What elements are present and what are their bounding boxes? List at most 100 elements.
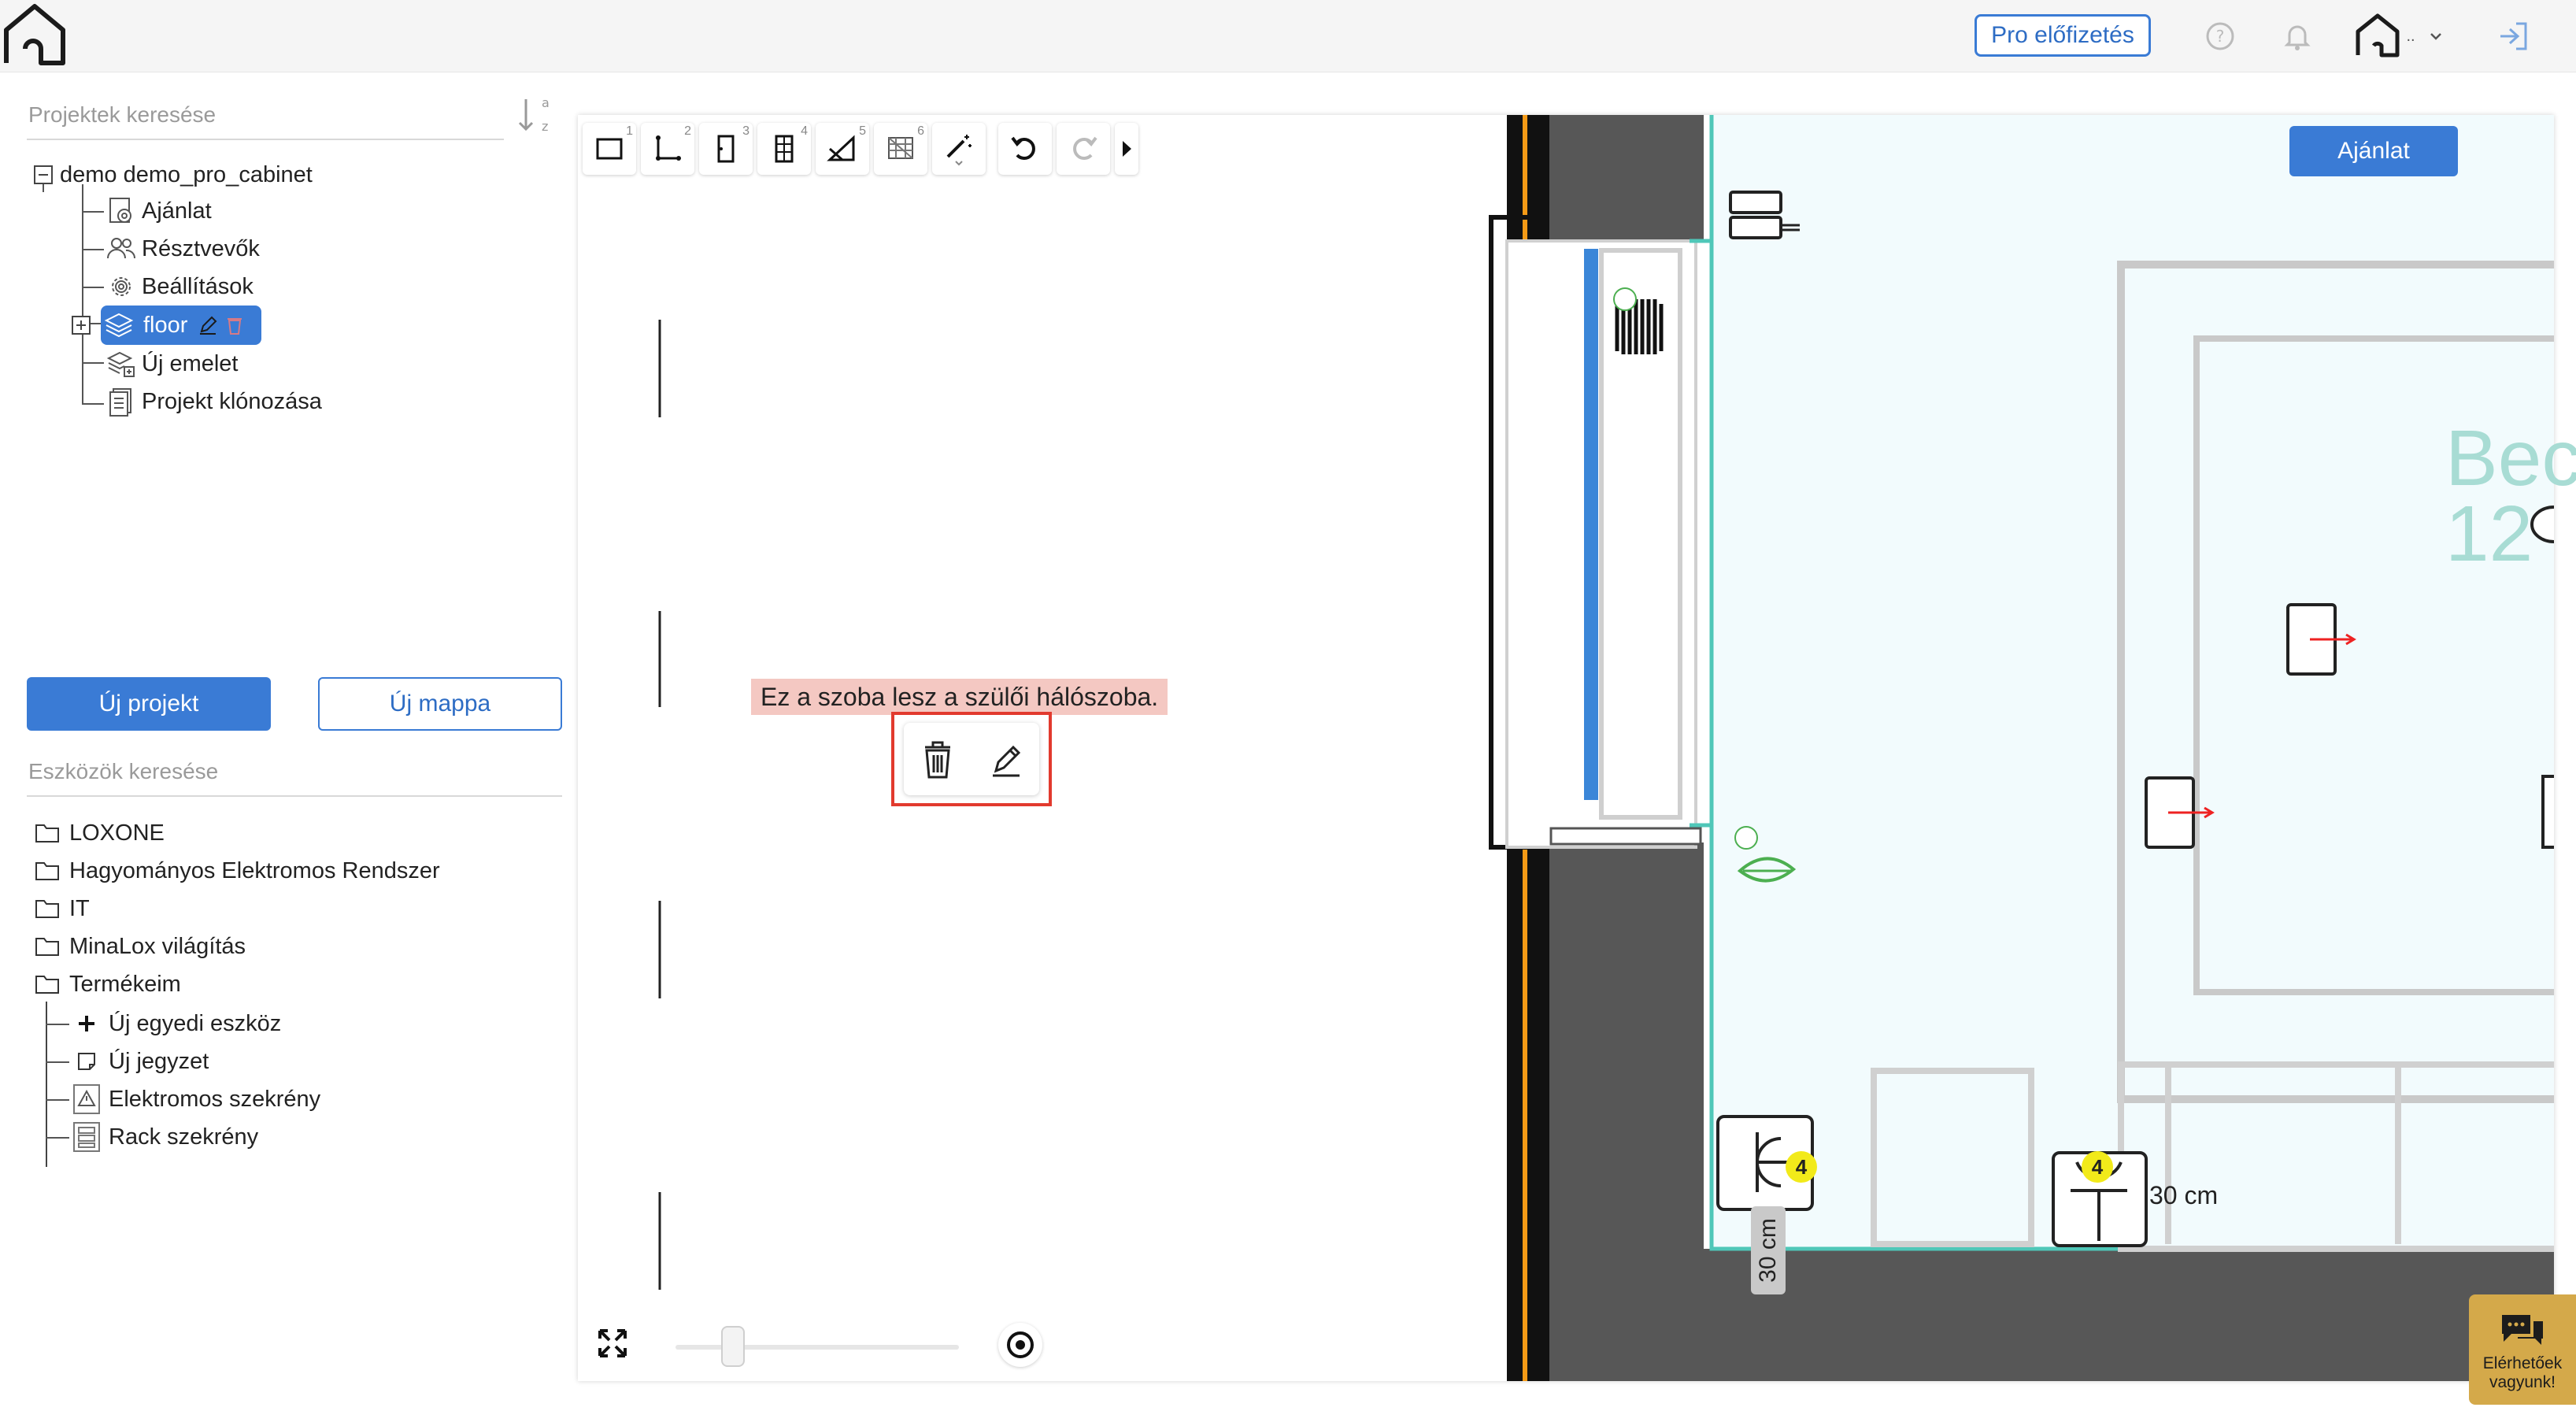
- layers-icon: [101, 308, 137, 343]
- zoom-slider-thumb[interactable]: [721, 1326, 745, 1367]
- undo-button[interactable]: [998, 123, 1052, 175]
- folder-it[interactable]: IT: [31, 891, 90, 926]
- tree-item-label: Résztvevők: [142, 235, 260, 261]
- rack-cabinet-icon: [71, 1121, 102, 1153]
- edit-pencil-icon[interactable]: [197, 314, 219, 336]
- expand-floor-icon[interactable]: [69, 313, 93, 337]
- home-logo-icon[interactable]: [0, 0, 72, 72]
- folder-label: Hagyományos Elektromos Rendszer: [69, 857, 440, 883]
- outlet-count-badge: 4: [1786, 1151, 1817, 1183]
- offer-button[interactable]: Ajánlat: [2289, 126, 2458, 176]
- chevron-down-icon[interactable]: [2422, 17, 2450, 55]
- folder-icon: [31, 893, 63, 924]
- area-fill-tool[interactable]: 6: [874, 123, 927, 175]
- draw-room-tool[interactable]: 1: [583, 123, 636, 175]
- redo-button[interactable]: [1057, 123, 1110, 175]
- svg-text:a: a: [542, 95, 550, 110]
- folder-open-icon: [31, 968, 63, 1000]
- tree-item-label: Projekt klónozása: [142, 388, 322, 414]
- tool-search-input[interactable]: [27, 748, 562, 797]
- chat-label-line1: Elérhetőek: [2482, 1354, 2563, 1372]
- sort-az-icon[interactable]: a z: [516, 93, 551, 137]
- tree-item-floor[interactable]: floor: [101, 306, 261, 345]
- fit-screen-icon[interactable]: [592, 1323, 633, 1364]
- window-tool[interactable]: 4: [757, 123, 811, 175]
- room-name-line1: Bec: [2445, 414, 2576, 502]
- tree-item-new-floor[interactable]: Új emelet: [104, 346, 239, 381]
- new-folder-button[interactable]: Új mappa: [318, 677, 562, 731]
- help-icon[interactable]: ?: [2201, 17, 2239, 55]
- folder-minalox[interactable]: MinaLox világítás: [31, 929, 246, 964]
- tree-item-label: Ajánlat: [142, 198, 212, 224]
- bell-icon[interactable]: [2278, 17, 2316, 55]
- gear-icon: [104, 269, 139, 304]
- tool-tree: LOXONE Hagyományos Elektromos Rendszer I…: [31, 816, 567, 1167]
- tool-label: Rack szekrény: [109, 1124, 259, 1150]
- tree-root-label: demo demo_pro_cabinet: [60, 161, 313, 187]
- dimension-label-vertical: 30 cm: [1751, 1206, 1786, 1294]
- tree-item-settings[interactable]: Beállítások: [104, 269, 254, 304]
- account-dots: ..: [2406, 27, 2415, 45]
- offer-gear-icon: [104, 194, 139, 228]
- tree-root-project[interactable]: demo demo_pro_cabinet: [30, 157, 313, 192]
- room-name-line2: 12: [2445, 490, 2533, 578]
- delete-icon[interactable]: [225, 314, 244, 336]
- zoom-slider-track[interactable]: [675, 1345, 959, 1350]
- users-icon: [104, 231, 139, 266]
- electrical-cabinet[interactable]: Elektromos szekrény: [71, 1082, 320, 1117]
- edit-pencil-icon[interactable]: [982, 735, 1029, 783]
- toolbar-expand-button[interactable]: [1115, 123, 1138, 175]
- tree-item-label: Beállítások: [142, 273, 254, 299]
- note-icon: [71, 1046, 102, 1077]
- folder-icon: [31, 931, 63, 962]
- chat-label-line2: vagyunk!: [2489, 1373, 2556, 1391]
- folder-icon: [31, 855, 63, 887]
- room-name-label: Bec 12: [2445, 414, 2576, 578]
- tool-label: Elektromos szekrény: [109, 1086, 321, 1112]
- collapse-icon[interactable]: [30, 157, 57, 192]
- tree-item-label: Új emelet: [142, 350, 239, 376]
- folder-icon: [31, 817, 63, 849]
- magic-wand-tool[interactable]: [932, 123, 986, 175]
- drawing-toolbar: 1 2 3 4 5 6: [583, 123, 1138, 175]
- tree-item-participants[interactable]: Résztvevők: [104, 231, 260, 266]
- floor-label: floor: [143, 312, 188, 338]
- svg-text:?: ?: [2216, 27, 2225, 46]
- pro-subscription-button[interactable]: Pro előfizetés: [1975, 14, 2151, 57]
- new-project-button[interactable]: Új projekt: [27, 677, 271, 731]
- account-home-icon[interactable]: [2351, 13, 2406, 57]
- floor-plan-canvas[interactable]: [578, 115, 2554, 1381]
- dimension-text: 30 cm: [1755, 1218, 1782, 1283]
- folder-my-products[interactable]: Termékeim: [31, 967, 181, 1002]
- rack-cabinet[interactable]: Rack szekrény: [71, 1120, 258, 1154]
- room-note-label[interactable]: Ez a szoba lesz a szülői hálószoba.: [751, 679, 1168, 715]
- project-search-input[interactable]: [27, 91, 504, 140]
- new-note[interactable]: Új jegyzet: [71, 1044, 209, 1079]
- note-actions-popover: [891, 712, 1052, 806]
- tree-item-offer[interactable]: Ajánlat: [104, 194, 212, 228]
- folder-label: IT: [69, 895, 90, 921]
- folder-traditional-electric[interactable]: Hagyományos Elektromos Rendszer: [31, 854, 440, 888]
- tool-label: Új egyedi eszköz: [109, 1010, 282, 1036]
- trash-icon[interactable]: [914, 735, 961, 783]
- logout-icon[interactable]: [2494, 17, 2532, 55]
- folder-label: Termékeim: [69, 971, 181, 997]
- center-view-icon[interactable]: [998, 1323, 1042, 1367]
- folder-loxone[interactable]: LOXONE: [31, 816, 165, 850]
- folder-label: MinaLox világítás: [69, 933, 246, 959]
- dimension-label-horizontal: 30 cm: [2149, 1181, 2219, 1209]
- app-header: Pro előfizetés ? ..: [0, 0, 2576, 72]
- new-custom-device[interactable]: Új egyedi eszköz: [71, 1006, 281, 1041]
- draw-wall-tool[interactable]: 2: [641, 123, 694, 175]
- clone-icon: [104, 384, 139, 419]
- tool-label: Új jegyzet: [109, 1048, 209, 1074]
- chat-widget[interactable]: Elérhetőek vagyunk!: [2469, 1294, 2576, 1405]
- outlet-count-badge: 4: [2082, 1151, 2113, 1183]
- door-tool[interactable]: 3: [699, 123, 753, 175]
- measure-tool[interactable]: 5: [816, 123, 869, 175]
- svg-text:z: z: [542, 119, 548, 134]
- folder-label: LOXONE: [69, 820, 165, 846]
- tree-item-clone-project[interactable]: Projekt klónozása: [104, 384, 322, 419]
- plus-icon: [71, 1008, 102, 1039]
- electrical-cabinet-icon: [71, 1083, 102, 1115]
